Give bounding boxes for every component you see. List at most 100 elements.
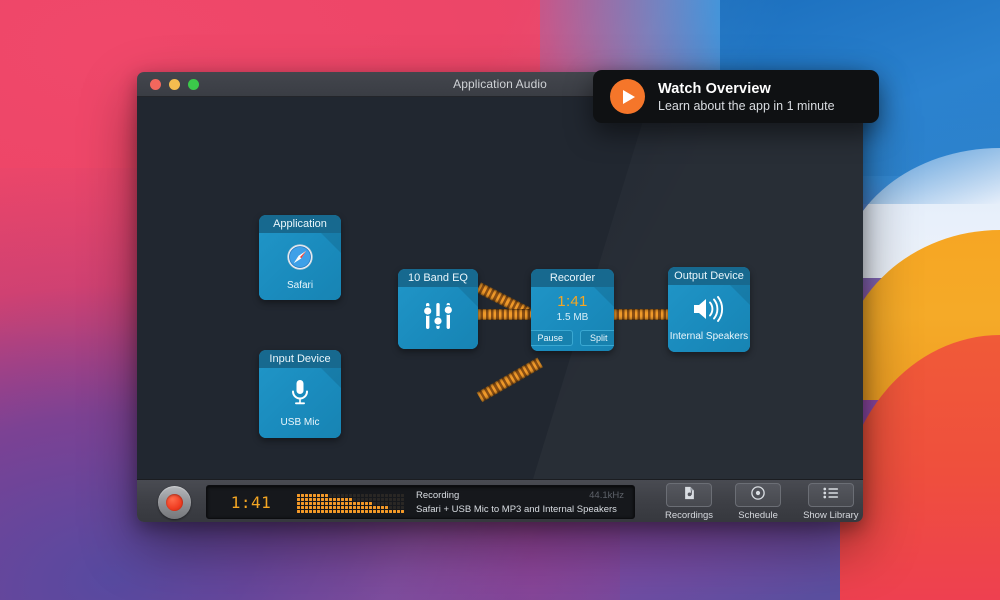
popup-title: Watch Overview [658,81,835,97]
play-circle-icon[interactable] [610,79,645,114]
node-output-device-label: Internal Speakers [670,331,748,342]
level-meter-led [305,510,308,513]
level-meter-led [337,506,340,509]
node-input-device[interactable]: Input Device USB Mic [259,350,341,438]
level-meter-led [309,506,312,509]
level-meter-led [317,502,320,505]
level-meter-led [365,494,368,497]
cable-recorder-to-output [614,309,669,318]
level-meter-column [333,494,336,513]
level-meter-led [341,502,344,505]
level-meter-led [373,498,376,501]
record-button[interactable] [158,486,191,519]
watch-overview-popup[interactable]: Watch Overview Learn about the app in 1 … [593,70,879,123]
audio-routing-canvas[interactable]: Application Safari [137,97,863,479]
level-meter-led [377,494,380,497]
level-meter-led [397,502,400,505]
level-meter-column [345,494,348,513]
level-meter-led [345,498,348,501]
level-meter-led [385,494,388,497]
level-meter-led [333,494,336,497]
node-output-device[interactable]: Output Device Internal Speakers [668,267,750,352]
level-meter-column [337,494,340,513]
level-meter-led [313,510,316,513]
level-meter-led [325,506,328,509]
level-meter-column [301,494,304,513]
level-meter-column [385,494,388,513]
node-application-label: Safari [287,280,313,291]
level-meter-led [321,506,324,509]
level-meter-led [337,498,340,501]
level-meter-led [329,494,332,497]
level-meter-led [369,510,372,513]
level-meter-led [397,510,400,513]
level-meter-led [317,494,320,497]
node-output-device-header: Output Device [668,267,750,285]
node-equalizer-header: 10 Band EQ [398,269,478,287]
node-output-device-body: Internal Speakers [668,285,750,352]
level-meter-led [373,510,376,513]
microphone-icon [287,378,313,413]
recorder-pause-button[interactable]: Pause [531,330,573,346]
level-meter-led [309,502,312,505]
schedule-clock-icon [751,486,765,505]
level-meter-led [353,502,356,505]
level-meter-column [401,494,404,513]
level-meter-led [401,510,404,513]
level-meter-led [365,498,368,501]
level-meter-led [377,498,380,501]
show-library-button-face[interactable] [808,483,854,507]
schedule-button-face[interactable] [735,483,781,507]
status-detail: Safari + USB Mic to MP3 and Internal Spe… [416,504,634,515]
level-meter-led [305,498,308,501]
node-input-device-body: USB Mic [259,368,341,438]
level-meter-led [333,502,336,505]
level-meter-led [361,494,364,497]
node-input-device-label: USB Mic [281,417,320,428]
node-application-header: Application [259,215,341,233]
level-meter-column [329,494,332,513]
level-meter-led [301,494,304,497]
level-meter-column [369,494,372,513]
level-meter-led [373,494,376,497]
toolbar-buttons: Recordings Schedule [665,483,859,521]
level-meter-led [325,498,328,501]
level-meter-led [357,502,360,505]
node-equalizer[interactable]: 10 Band EQ [398,269,478,349]
level-meter-led [329,506,332,509]
level-meter-led [329,502,332,505]
equalizer-sliders-icon [421,300,455,337]
recordings-button-label: Recordings [665,510,713,521]
level-meter-column [297,494,300,513]
level-meter-led [341,498,344,501]
level-meter-led [357,510,360,513]
popup-subtitle: Learn about the app in 1 minute [658,99,835,113]
recordings-button-face[interactable] [666,483,712,507]
level-meter-column [353,494,356,513]
level-meter-led [325,502,328,505]
level-meter-led [317,498,320,501]
node-application[interactable]: Application Safari [259,215,341,300]
level-meter-led [341,510,344,513]
show-library-button[interactable]: Show Library [803,483,858,521]
level-meter-led [381,506,384,509]
bottom-toolbar: 1:41 Recording Safari + USB Mic to MP3 a… [137,479,863,522]
level-meter-led [357,506,360,509]
level-meter-led [365,510,368,513]
level-meter-led [369,506,372,509]
level-meter-led [381,498,384,501]
level-meter-led [349,502,352,505]
level-meter-led [321,510,324,513]
node-recorder-body: 1:41 1.5 MB Pause Split [531,287,614,351]
level-meter-led [313,494,316,497]
level-meter-led [309,510,312,513]
recordings-button[interactable]: Recordings [665,483,713,521]
level-meter-led [381,502,384,505]
level-meter-led [397,506,400,509]
schedule-button[interactable]: Schedule [735,483,781,521]
level-meter-led [353,494,356,497]
level-meter-led [345,494,348,497]
recorder-split-button[interactable]: Split [580,330,614,346]
screen: Application Audio Application [0,0,1000,600]
node-recorder[interactable]: Recorder 1:41 1.5 MB Pause Split [531,269,614,351]
